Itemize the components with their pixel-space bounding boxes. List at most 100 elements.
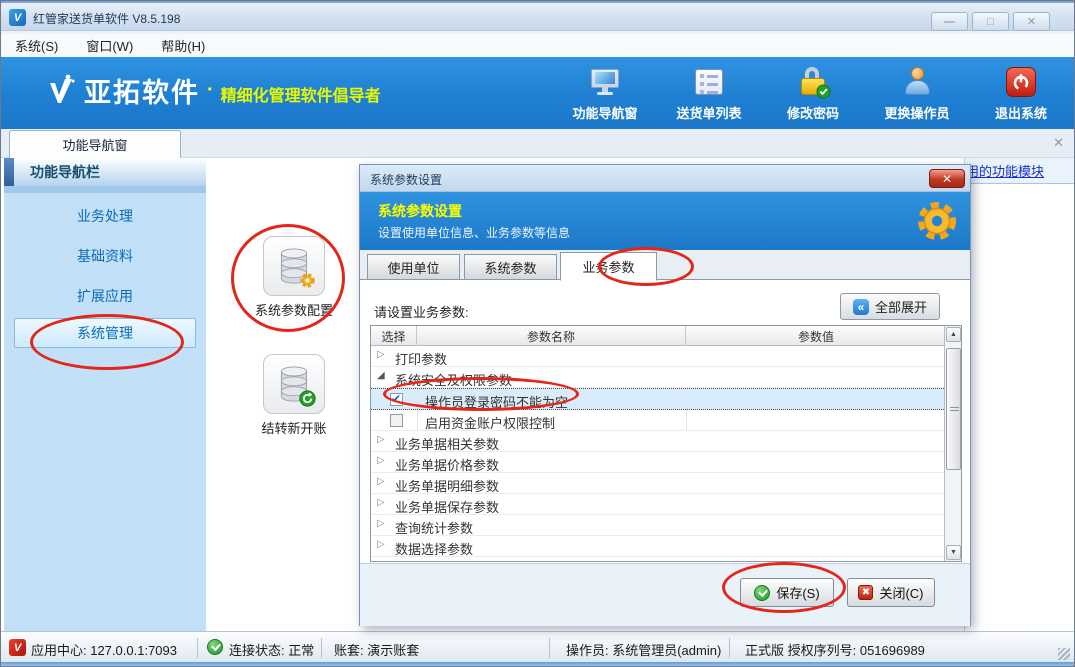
param-row-password-required[interactable]: I 操作员登录密码不能为空: [371, 388, 946, 410]
dialog-titlebar[interactable]: 系统参数设置 ✕: [360, 165, 970, 192]
status-connection: 连接状态: 正常: [229, 640, 314, 659]
close-button[interactable]: ✕: [1013, 12, 1050, 31]
tabstrip-close-icon[interactable]: ✕: [1053, 135, 1064, 151]
power-icon: [1004, 65, 1038, 99]
tool-change-password[interactable]: 修改密码: [774, 65, 852, 122]
expand-arrow-icon[interactable]: ▷: [377, 434, 385, 445]
brand-separator: ·: [207, 79, 214, 102]
group-row-data-select[interactable]: ▷ 数据选择参数: [371, 536, 946, 557]
group-row-doc-save[interactable]: ▷ 业务单据保存参数: [371, 494, 946, 515]
gear-badge-icon: [299, 272, 316, 289]
menu-help[interactable]: 帮助(H): [147, 36, 219, 55]
scroll-up-icon[interactable]: ▲: [946, 327, 961, 342]
shortcut-system-params[interactable]: 系统参数配置: [246, 236, 342, 319]
save-button[interactable]: 保存(S): [740, 578, 834, 607]
scroll-down-icon[interactable]: ▼: [946, 545, 961, 560]
connection-ok-icon: [207, 639, 223, 655]
expand-arrow-icon[interactable]: ▷: [377, 349, 385, 360]
column-select[interactable]: 选择: [371, 326, 417, 346]
banner-toolbar: 功能导航窗 送货单列表: [566, 65, 1060, 122]
maximize-button[interactable]: □: [972, 12, 1009, 31]
sidebar-item-extension[interactable]: 扩展应用: [14, 281, 196, 311]
sidebar-item-business[interactable]: 业务处理: [14, 201, 196, 231]
expand-all-icon: «: [853, 299, 869, 315]
sidebar-accent: [4, 158, 14, 186]
system-params-dialog: 系统参数设置 ✕ 系统参数设置 设置使用单位信息、业务参数等信息 使用单位 系统…: [359, 164, 971, 626]
group-row-doc-related[interactable]: ▷ 业务单据相关参数: [371, 431, 946, 452]
params-grid: 选择 参数名称 参数值 ▷ 打印参数 ◢ 系统安全及权限参数 I 操作员登录密码…: [370, 325, 962, 562]
collapse-arrow-icon[interactable]: ◢: [377, 370, 385, 381]
app-window: V 红管家送货单软件 V8.5.198 — □ ✕ 系统(S) 窗口(W) 帮助…: [0, 0, 1075, 667]
expand-arrow-icon[interactable]: ▷: [377, 539, 385, 550]
user-icon: [900, 65, 934, 99]
document-tabstrip: 功能导航窗 ✕: [1, 129, 1074, 158]
list-icon: [692, 65, 726, 99]
group-row-security[interactable]: ◢ 系统安全及权限参数: [371, 367, 946, 388]
save-check-icon: [754, 585, 770, 601]
minimize-button[interactable]: —: [931, 12, 968, 31]
brand-name: 亚拓软件: [84, 71, 200, 110]
tool-exit-system[interactable]: 退出系统: [982, 65, 1060, 122]
tool-switch-operator[interactable]: 更换操作员: [878, 65, 956, 122]
grid-scrollbar[interactable]: ▲ ▼: [944, 326, 961, 561]
menu-window[interactable]: 窗口(W): [72, 36, 147, 55]
expand-arrow-icon[interactable]: ▷: [377, 455, 385, 466]
dialog-footer: 保存(S) ✖ 关闭(C): [360, 563, 970, 626]
expand-arrow-icon[interactable]: ▷: [377, 497, 385, 508]
expand-arrow-icon[interactable]: ▷: [377, 560, 385, 562]
refresh-badge-icon: [299, 390, 316, 407]
tab-nav-window[interactable]: 功能导航窗: [9, 130, 181, 158]
gear-icon: [914, 198, 960, 244]
app-logo-icon: V: [9, 9, 26, 26]
group-row-print[interactable]: ▷ 打印参数: [371, 346, 946, 367]
param-row-fund-permission[interactable]: 启用资金账户权限控制: [371, 410, 946, 431]
shortcut-carryover[interactable]: 结转新开账: [246, 354, 342, 437]
title-bar: V 红管家送货单软件 V8.5.198 — □ ✕: [1, 1, 1074, 31]
dialog-tabs: 使用单位 系统参数 业务参数: [360, 250, 970, 280]
tool-nav-window[interactable]: 功能导航窗: [566, 65, 644, 122]
sidebar-item-sysmgmt[interactable]: 系统管理: [14, 318, 196, 348]
status-account: 账套: 演示账套: [334, 640, 419, 659]
sidebar-header: 功能导航栏: [4, 158, 206, 186]
status-license: 正式版 授权序列号: 051696989: [745, 640, 925, 659]
tab-system-params[interactable]: 系统参数: [464, 254, 557, 280]
checkbox-unchecked[interactable]: [390, 414, 403, 427]
grid-body: ▷ 打印参数 ◢ 系统安全及权限参数 I 操作员登录密码不能为空 启用资金账户权…: [371, 346, 946, 562]
resize-grip[interactable]: [1058, 648, 1070, 660]
group-row-required-fields[interactable]: ▷ 基础数据必填项参数: [371, 557, 946, 562]
menu-bar: 系统(S) 窗口(W) 帮助(H): [1, 34, 1074, 57]
column-param-value[interactable]: 参数值: [686, 326, 946, 346]
tab-business-params[interactable]: 业务参数: [560, 252, 657, 281]
expand-arrow-icon[interactable]: ▷: [377, 518, 385, 529]
grid-header: 选择 参数名称 参数值: [371, 326, 946, 346]
tool-delivery-list[interactable]: 送货单列表: [670, 65, 748, 122]
dialog-title: 系统参数设置: [370, 171, 442, 188]
status-bar: V 应用中心: 127.0.0.1:7093 连接状态: 正常 账套: 演示账套…: [1, 631, 1074, 664]
close-x-icon: ✖: [858, 585, 873, 600]
nav-sidebar: 功能导航栏 业务处理 基础资料 扩展应用 系统管理: [4, 158, 206, 631]
status-app-center: 应用中心: 127.0.0.1:7093: [31, 640, 177, 659]
brand-slogan: 精细化管理软件倡导者: [221, 82, 381, 106]
tab-company[interactable]: 使用单位: [367, 254, 460, 280]
params-prompt: 请设置业务参数:: [374, 302, 469, 321]
group-row-doc-price[interactable]: ▷ 业务单据价格参数: [371, 452, 946, 473]
dialog-close-button[interactable]: ✕: [929, 169, 965, 188]
brand-banner: 亚拓软件 · 精细化管理软件倡导者 功能导航窗 送货单列表: [1, 57, 1074, 129]
window-title: 红管家送货单软件 V8.5.198: [33, 10, 180, 27]
checkbox-checked[interactable]: [390, 393, 403, 406]
monitor-icon: [588, 65, 622, 99]
brand-logo-icon: [46, 73, 76, 109]
scrollbar-thumb[interactable]: [946, 348, 961, 470]
column-param-name[interactable]: 参数名称: [417, 326, 686, 346]
expand-all-button[interactable]: « 全部展开: [840, 293, 940, 320]
lock-icon: [796, 65, 830, 99]
expand-arrow-icon[interactable]: ▷: [377, 476, 385, 487]
status-operator: 操作员: 系统管理员(admin): [566, 640, 721, 659]
group-row-query-stats[interactable]: ▷ 查询统计参数: [371, 515, 946, 536]
right-panel: 启用的功能模块: [964, 158, 1074, 631]
statusbar-app-icon: V: [9, 639, 26, 656]
group-row-doc-detail[interactable]: ▷ 业务单据明细参数: [371, 473, 946, 494]
sidebar-item-basedata[interactable]: 基础资料: [14, 241, 196, 271]
close-dialog-button[interactable]: ✖ 关闭(C): [847, 578, 935, 607]
menu-system[interactable]: 系统(S): [1, 36, 72, 55]
